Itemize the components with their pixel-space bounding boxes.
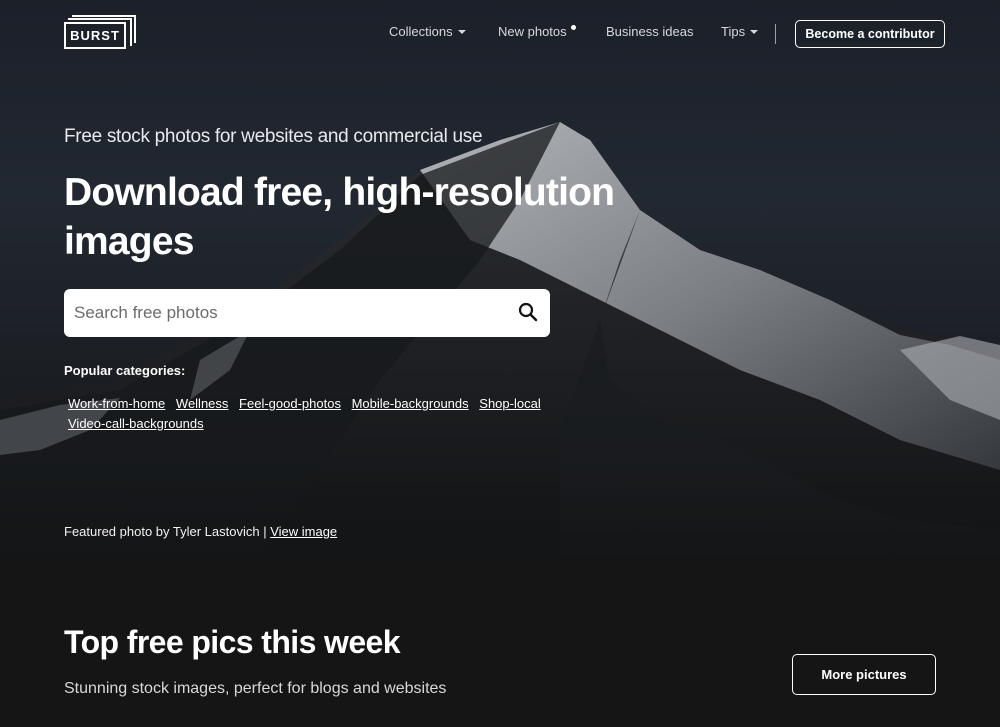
category-link[interactable]: Mobile-backgrounds	[352, 396, 469, 411]
search-input[interactable]	[74, 289, 504, 337]
search-icon[interactable]	[518, 302, 538, 322]
nav-item-collections[interactable]: Collections	[389, 24, 466, 39]
chevron-down-icon	[457, 30, 466, 34]
category-link[interactable]: Feel-good-photos	[239, 396, 341, 411]
photo-credit: Featured photo by Tyler Lastovich | View…	[64, 524, 337, 539]
hero-subtitle: Free stock photos for websites and comme…	[64, 126, 483, 147]
view-image-link[interactable]: View image	[270, 524, 337, 539]
nav-item-label: Collections	[389, 24, 453, 39]
nav-item-new-photos[interactable]: New photos	[498, 24, 567, 39]
category-link[interactable]: Video-call-backgrounds	[68, 416, 204, 431]
category-link[interactable]: Work-from-home	[68, 396, 165, 411]
nav-divider	[775, 24, 776, 44]
new-indicator-dot	[571, 25, 576, 30]
nav-item-label: Tips	[721, 24, 746, 39]
hero-mountain-image	[0, 122, 1000, 562]
popular-categories-label: Popular categories:	[64, 363, 186, 378]
become-contributor-button[interactable]: Become a contributor	[795, 20, 945, 48]
nav-item-label: Business ideas	[606, 24, 694, 39]
search-bar[interactable]	[64, 289, 550, 337]
category-link[interactable]: Shop-local	[479, 396, 540, 411]
nav-item-label: New photos	[498, 24, 567, 39]
section-subtitle: Stunning stock images, perfect for blogs…	[64, 680, 447, 697]
hero-headline: Download free, high-resolution images	[64, 171, 615, 263]
category-tags: Work-from-home Wellness Feel-good-photos…	[64, 394, 544, 434]
nav-item-business-ideas[interactable]: Business ideas	[606, 24, 693, 39]
hero-section: BURST Collections New photos Business id…	[0, 0, 1000, 562]
category-link[interactable]: Wellness	[176, 396, 229, 411]
chevron-down-icon	[750, 30, 759, 34]
photo-credit-text: Featured photo by Tyler Lastovich |	[64, 524, 271, 539]
section-title: Top free pics this week	[64, 624, 401, 660]
nav-item-tips[interactable]: Tips	[721, 24, 759, 39]
more-pictures-button[interactable]: More pictures	[792, 654, 936, 695]
